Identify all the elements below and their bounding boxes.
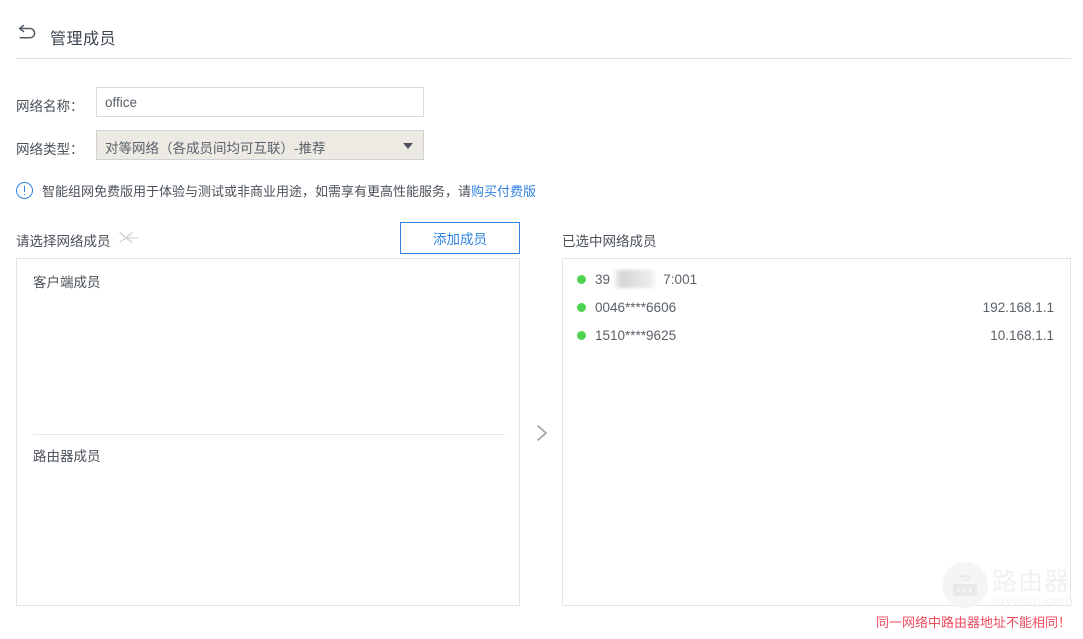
network-type-value: 对等网络（各成员间均可互联）-推荐	[105, 141, 326, 156]
add-member-button[interactable]: 添加成员	[400, 222, 520, 254]
network-name-input[interactable]	[96, 87, 424, 117]
network-type-label: 网络类型：	[16, 142, 84, 157]
network-type-select[interactable]: 对等网络（各成员间均可互联）-推荐	[96, 130, 424, 160]
network-link-icon	[119, 231, 139, 243]
manage-members-page: 管理成员 网络名称： 网络类型： 对等网络（各成员间均可互联）-推荐 智能组网免…	[0, 0, 1083, 639]
free-version-notice: 智能组网免费版用于体验与测试或非商业用途，如需享有更高性能服务，请 购买付费版	[16, 180, 536, 200]
page-header: 管理成员	[0, 0, 1083, 58]
available-members-panel[interactable]: 客户端成员 路由器成员	[16, 258, 520, 606]
list-item[interactable]: 1510****9625 10.168.1.1	[563, 321, 1070, 349]
member-ip: 192.168.1.1	[982, 299, 1054, 315]
list-item[interactable]: 0046****6606 192.168.1.1	[563, 293, 1070, 321]
notice-text: 智能组网免费版用于体验与测试或非商业用途，如需享有更高性能服务，请	[42, 183, 472, 199]
page-title: 管理成员	[50, 31, 117, 48]
selected-members-label: 已选中网络成员	[562, 234, 657, 249]
chevron-right-icon[interactable]	[531, 421, 553, 445]
member-name: 0046****6606	[595, 299, 677, 315]
member-ip: 10.168.1.1	[990, 327, 1054, 343]
router-members-group-label: 路由器成员	[33, 449, 101, 464]
chevron-down-icon	[403, 143, 413, 149]
header-divider	[16, 58, 1071, 59]
select-members-label: 请选择网络成员	[16, 234, 111, 249]
router-address-warning: 同一网络中路由器地址不能相同！	[875, 615, 1071, 630]
network-name-label: 网络名称：	[16, 99, 84, 114]
redaction-mask	[614, 269, 656, 288]
back-arrow-icon[interactable]	[16, 22, 40, 42]
member-name: 1510****9625	[595, 327, 677, 343]
client-members-group-label: 客户端成员	[33, 275, 101, 290]
status-online-icon	[577, 274, 586, 284]
list-item[interactable]: 39 7:001	[563, 265, 1070, 293]
info-circle-icon	[16, 181, 33, 199]
panel-group-divider	[33, 434, 505, 435]
status-online-icon	[577, 330, 586, 340]
selected-members-panel[interactable]: 39 7:001 0046****6606 192.168.1.1 1510**…	[562, 258, 1071, 606]
buy-paid-version-link[interactable]: 购买付费版	[471, 181, 536, 200]
status-online-icon	[577, 302, 586, 312]
member-name: 39 7:001	[595, 269, 698, 288]
